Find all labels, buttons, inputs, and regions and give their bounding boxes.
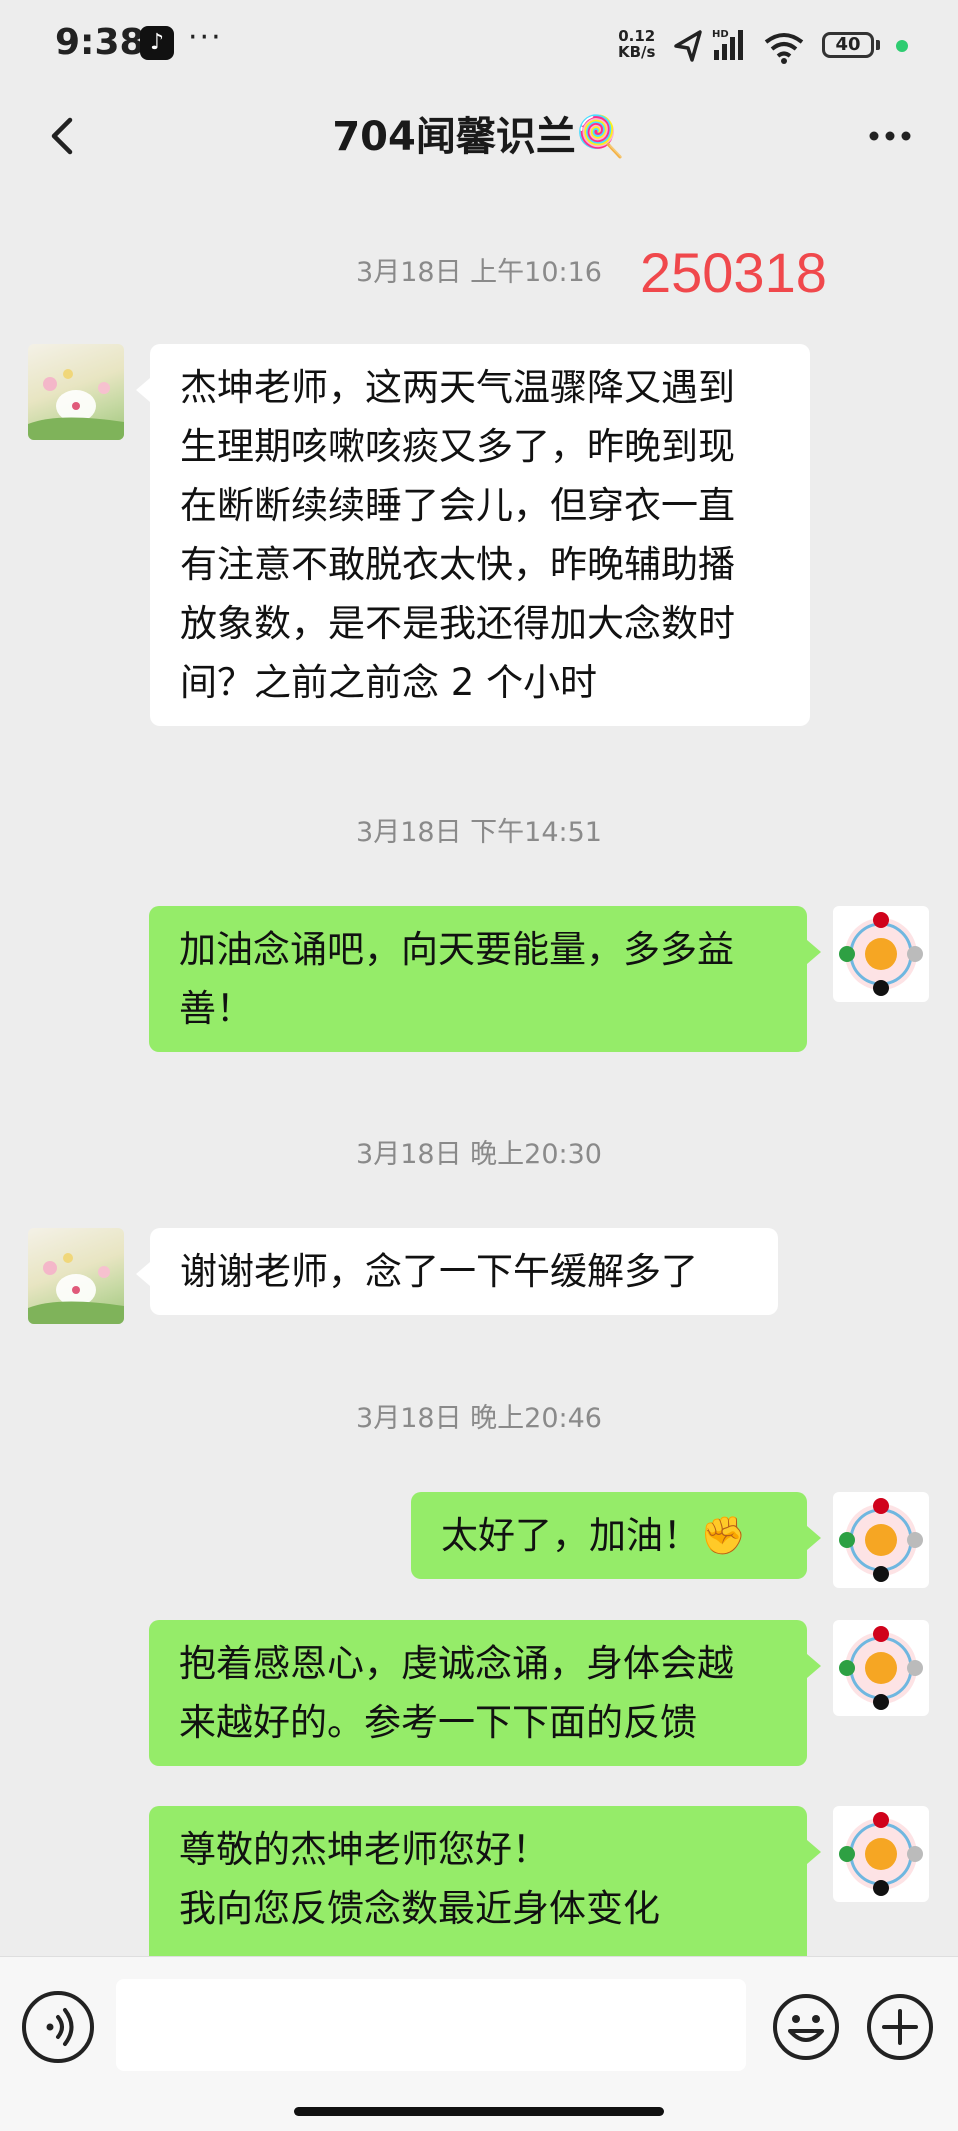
avatar[interactable] — [28, 1228, 124, 1324]
message-line: 放象数，是不是我还得加大念数时 — [180, 602, 735, 645]
message-line: 谢谢老师，念了一下午缓解多了 — [180, 1250, 698, 1293]
avatar[interactable] — [833, 1620, 929, 1716]
message-line: 抱着感恩心，虔诚念诵，身体会越 — [179, 1642, 734, 1685]
chat-header: 704闻馨识兰🍭 — [0, 92, 958, 184]
hd-label: HD — [712, 29, 729, 40]
more-dots-icon[interactable] — [860, 106, 930, 166]
avatar-image — [28, 369, 124, 440]
message-line: 间？之前之前念 2 个小时 — [180, 661, 598, 704]
tiktok-icon: ♪ — [140, 26, 174, 60]
message-line: 尊敬的杰坤老师您好！ — [179, 1828, 549, 1871]
chevron-left-icon[interactable] — [34, 106, 94, 166]
message-line: 善！ — [179, 987, 253, 1030]
status-time: 9:38 — [55, 22, 145, 63]
message-timestamp: 3月18日 晚上20:30 — [356, 1139, 602, 1170]
message-line: 杰坤老师，这两天气温骤降又遇到 — [180, 366, 735, 409]
home-indicator[interactable] — [294, 2107, 664, 2116]
avatar-image — [839, 912, 923, 996]
wifi-icon — [764, 33, 804, 64]
message-input-bar — [0, 1956, 958, 2131]
message-bubble-sent[interactable]: 加油念诵吧，向天要能量，多多益 善！ — [149, 906, 821, 1052]
location-icon — [674, 30, 702, 62]
status-bar: 9:38 ♪ ··· 0.12 KB/s HD 40 — [0, 0, 958, 92]
cell-signal-icon: HD — [712, 29, 743, 60]
avatar[interactable] — [833, 906, 929, 1002]
date-annotation: 250318 — [640, 241, 827, 304]
network-speed-unit: KB/s — [618, 43, 656, 61]
battery-icon: 40 — [822, 32, 874, 58]
network-speed: 0.12 KB/s — [618, 28, 655, 60]
message-line: 加油念诵吧，向天要能量，多多益 — [179, 928, 734, 971]
avatar-image — [839, 1626, 923, 1710]
message-line: 太好了，加油！✊ — [441, 1514, 747, 1557]
message-bubble-received[interactable]: 谢谢老师，念了一下午缓解多了 — [136, 1228, 778, 1315]
avatar[interactable] — [833, 1492, 929, 1588]
voice-waves-icon — [46, 2008, 74, 2046]
notification-more-icon: ··· — [188, 20, 223, 55]
message-line: 有注意不敢脱衣太快，昨晚辅助播 — [180, 543, 735, 586]
message-line: 来越好的。参考一下下面的反馈 — [179, 1701, 697, 1744]
avatar-image — [28, 1253, 124, 1324]
message-text-input[interactable] — [116, 1979, 746, 2071]
avatar[interactable] — [28, 344, 124, 440]
plus-icon[interactable] — [864, 1991, 936, 2063]
network-speed-value: 0.12 — [618, 27, 656, 45]
message-timestamp: 3月18日 下午14:51 — [356, 817, 602, 848]
voice-icon[interactable] — [22, 1991, 94, 2063]
chat-title: 704闻馨识兰🍭 — [332, 114, 626, 160]
chat-message-list[interactable]: 3月18日 上午10:16 250318 杰坤老师，这两天气温骤降又遇到 生理期… — [0, 184, 958, 1956]
emoji-icon[interactable] — [770, 1991, 842, 2063]
message-line: 生理期咳嗽咳痰又多了，昨晚到现 — [180, 425, 735, 468]
message-bubble-sent[interactable]: 抱着感恩心，虔诚念诵，身体会越 来越好的。参考一下下面的反馈 — [149, 1620, 821, 1766]
message-bubble-sent[interactable]: 尊敬的杰坤老师您好！ 我向您反馈念数最近身体变化 — [149, 1806, 821, 1956]
message-line: 在断断续续睡了会儿，但穿衣一直 — [180, 484, 735, 527]
message-bubble-received[interactable]: 杰坤老师，这两天气温骤降又遇到 生理期咳嗽咳痰又多了，昨晚到现 在断断续续睡了会… — [136, 344, 810, 726]
avatar-image — [839, 1498, 923, 1582]
message-timestamp: 3月18日 晚上20:46 — [356, 1403, 602, 1434]
battery-tip — [876, 40, 880, 50]
privacy-indicator-dot — [896, 40, 908, 52]
message-bubble-sent[interactable]: 太好了，加油！✊ — [411, 1492, 821, 1579]
message-line: 我向您反馈念数最近身体变化 — [179, 1887, 660, 1930]
avatar-image — [839, 1812, 923, 1896]
signal-wifi-icons: HD — [674, 29, 804, 64]
avatar[interactable] — [833, 1806, 929, 1902]
